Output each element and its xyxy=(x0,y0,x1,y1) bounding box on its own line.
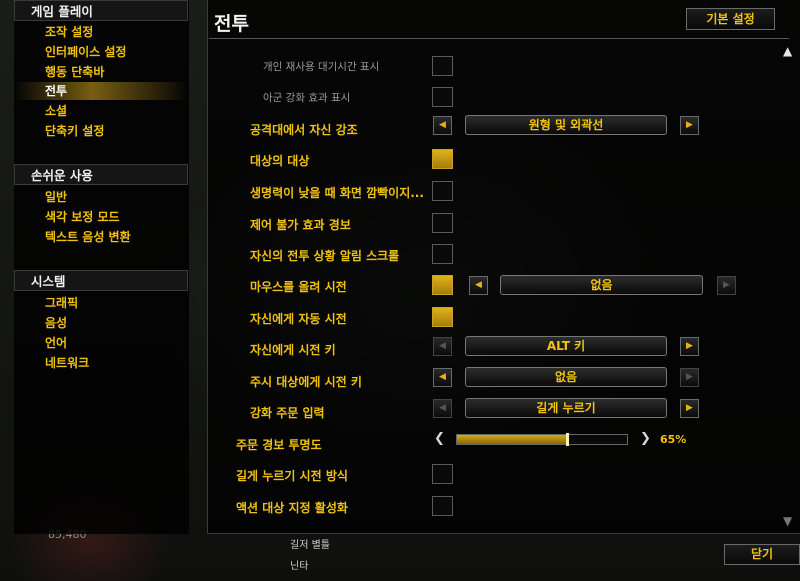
sidebar-item-controls[interactable]: 조작 설정 xyxy=(14,23,188,41)
row-label: 길게 누르기 시전 방식 xyxy=(236,469,348,483)
default-settings-button[interactable]: 기본 설정 xyxy=(686,8,775,30)
personal-cooldown-checkbox[interactable] xyxy=(432,56,453,76)
close-button[interactable]: 닫기 xyxy=(724,544,800,565)
press-and-hold-checkbox[interactable] xyxy=(432,464,453,484)
sidebar-item-keybindings[interactable]: 단축키 설정 xyxy=(14,122,188,140)
empowered-input-dropdown[interactable]: 길게 누르기 xyxy=(465,398,667,418)
sidebar-item-action-bars[interactable]: 행동 단축바 xyxy=(14,63,188,81)
slider-thumb[interactable] xyxy=(565,433,569,446)
sidebar-item-interface[interactable]: 인터페이스 설정 xyxy=(14,43,188,61)
sidebar-item-general[interactable]: 일반 xyxy=(14,188,188,206)
row-label: 자신에게 자동 시전 xyxy=(250,312,347,326)
title-divider xyxy=(209,38,789,39)
slider-right-icon[interactable]: ❯ xyxy=(640,431,651,446)
next-arrow-icon[interactable]: ▶ xyxy=(717,276,736,295)
prev-arrow-icon[interactable]: ◀ xyxy=(469,276,488,295)
loss-of-control-checkbox[interactable] xyxy=(432,213,453,233)
row-label: 아군 강화 효과 표시 xyxy=(263,92,351,104)
sidebar-item-network[interactable]: 네트워크 xyxy=(14,354,188,372)
next-arrow-icon[interactable]: ▶ xyxy=(680,116,699,135)
sidebar-item-audio[interactable]: 음성 xyxy=(14,314,188,332)
slider-left-icon[interactable]: ❮ xyxy=(434,431,445,446)
settings-panel xyxy=(207,0,800,534)
prev-arrow-icon[interactable]: ◀ xyxy=(433,116,452,135)
action-targeting-checkbox[interactable] xyxy=(432,496,453,516)
sidebar-item-colorblind[interactable]: 색각 보정 모드 xyxy=(14,208,188,226)
sidebar-item-text-to-speech[interactable]: 텍스트 음성 변환 xyxy=(14,228,188,246)
spell-alert-opacity-slider[interactable] xyxy=(456,433,628,446)
focus-cast-key-dropdown[interactable]: 없음 xyxy=(465,367,667,387)
scroll-down-icon[interactable]: ▼ xyxy=(783,514,792,528)
row-label: 주문 경보 투명도 xyxy=(236,438,322,452)
sidebar-item-language[interactable]: 언어 xyxy=(14,334,188,352)
sidebar-item-graphics[interactable]: 그래픽 xyxy=(14,294,188,312)
background-list: 길저 별틀 닌타 xyxy=(290,536,330,572)
row-label: 생명력이 낮을 때 화면 깜빡이지... xyxy=(250,186,424,200)
row-label: 공격대에서 자신 강조 xyxy=(250,123,358,137)
category-header-accessibility[interactable]: 손쉬운 사용 xyxy=(14,164,188,185)
prev-arrow-icon[interactable]: ◀ xyxy=(433,399,452,418)
category-header-gameplay[interactable]: 게임 플레이 xyxy=(14,0,188,21)
row-label: 액션 대상 지정 활성화 xyxy=(236,501,348,515)
next-arrow-icon[interactable]: ▶ xyxy=(680,368,699,387)
combat-text-checkbox[interactable] xyxy=(432,244,453,264)
sidebar-item-combat[interactable]: 전투 xyxy=(14,82,188,100)
prev-arrow-icon[interactable]: ◀ xyxy=(433,337,452,356)
category-header-system[interactable]: 시스템 xyxy=(14,270,188,291)
prev-arrow-icon[interactable]: ◀ xyxy=(433,368,452,387)
row-label: 제어 불가 효과 경보 xyxy=(250,218,351,232)
scroll-up-icon[interactable]: ▲ xyxy=(783,44,792,58)
background-list-item: 길저 별틀 xyxy=(290,540,330,551)
row-label: 마우스를 올려 시전 xyxy=(250,280,347,294)
next-arrow-icon[interactable]: ▶ xyxy=(680,399,699,418)
page-title: 전투 xyxy=(214,13,249,35)
mouseover-cast-checkbox[interactable] xyxy=(432,275,453,295)
row-label: 개인 재사용 대기시간 표시 xyxy=(263,61,380,73)
row-label: 강화 주문 입력 xyxy=(250,406,325,420)
target-of-target-checkbox[interactable] xyxy=(432,149,453,169)
row-label: 주시 대상에게 시전 키 xyxy=(250,375,362,389)
auto-self-cast-checkbox[interactable] xyxy=(432,307,453,327)
slider-value: 65% xyxy=(660,433,687,446)
row-label: 자신의 전투 상황 알림 스크롤 xyxy=(250,249,400,263)
mouseover-cast-dropdown[interactable]: 없음 xyxy=(500,275,703,295)
low-health-flash-checkbox[interactable] xyxy=(432,181,453,201)
self-cast-key-dropdown[interactable]: ALT 키 xyxy=(465,336,667,356)
sidebar-item-social[interactable]: 소셜 xyxy=(14,102,188,120)
slider-fill xyxy=(457,435,568,444)
ally-buff-checkbox[interactable] xyxy=(432,87,453,107)
row-label: 대상의 대상 xyxy=(250,154,310,168)
row-label: 자신에게 시전 키 xyxy=(250,343,336,357)
raid-self-highlight-dropdown[interactable]: 원형 및 외곽선 xyxy=(465,115,667,135)
next-arrow-icon[interactable]: ▶ xyxy=(680,337,699,356)
background-list-item: 닌타 xyxy=(290,561,309,572)
